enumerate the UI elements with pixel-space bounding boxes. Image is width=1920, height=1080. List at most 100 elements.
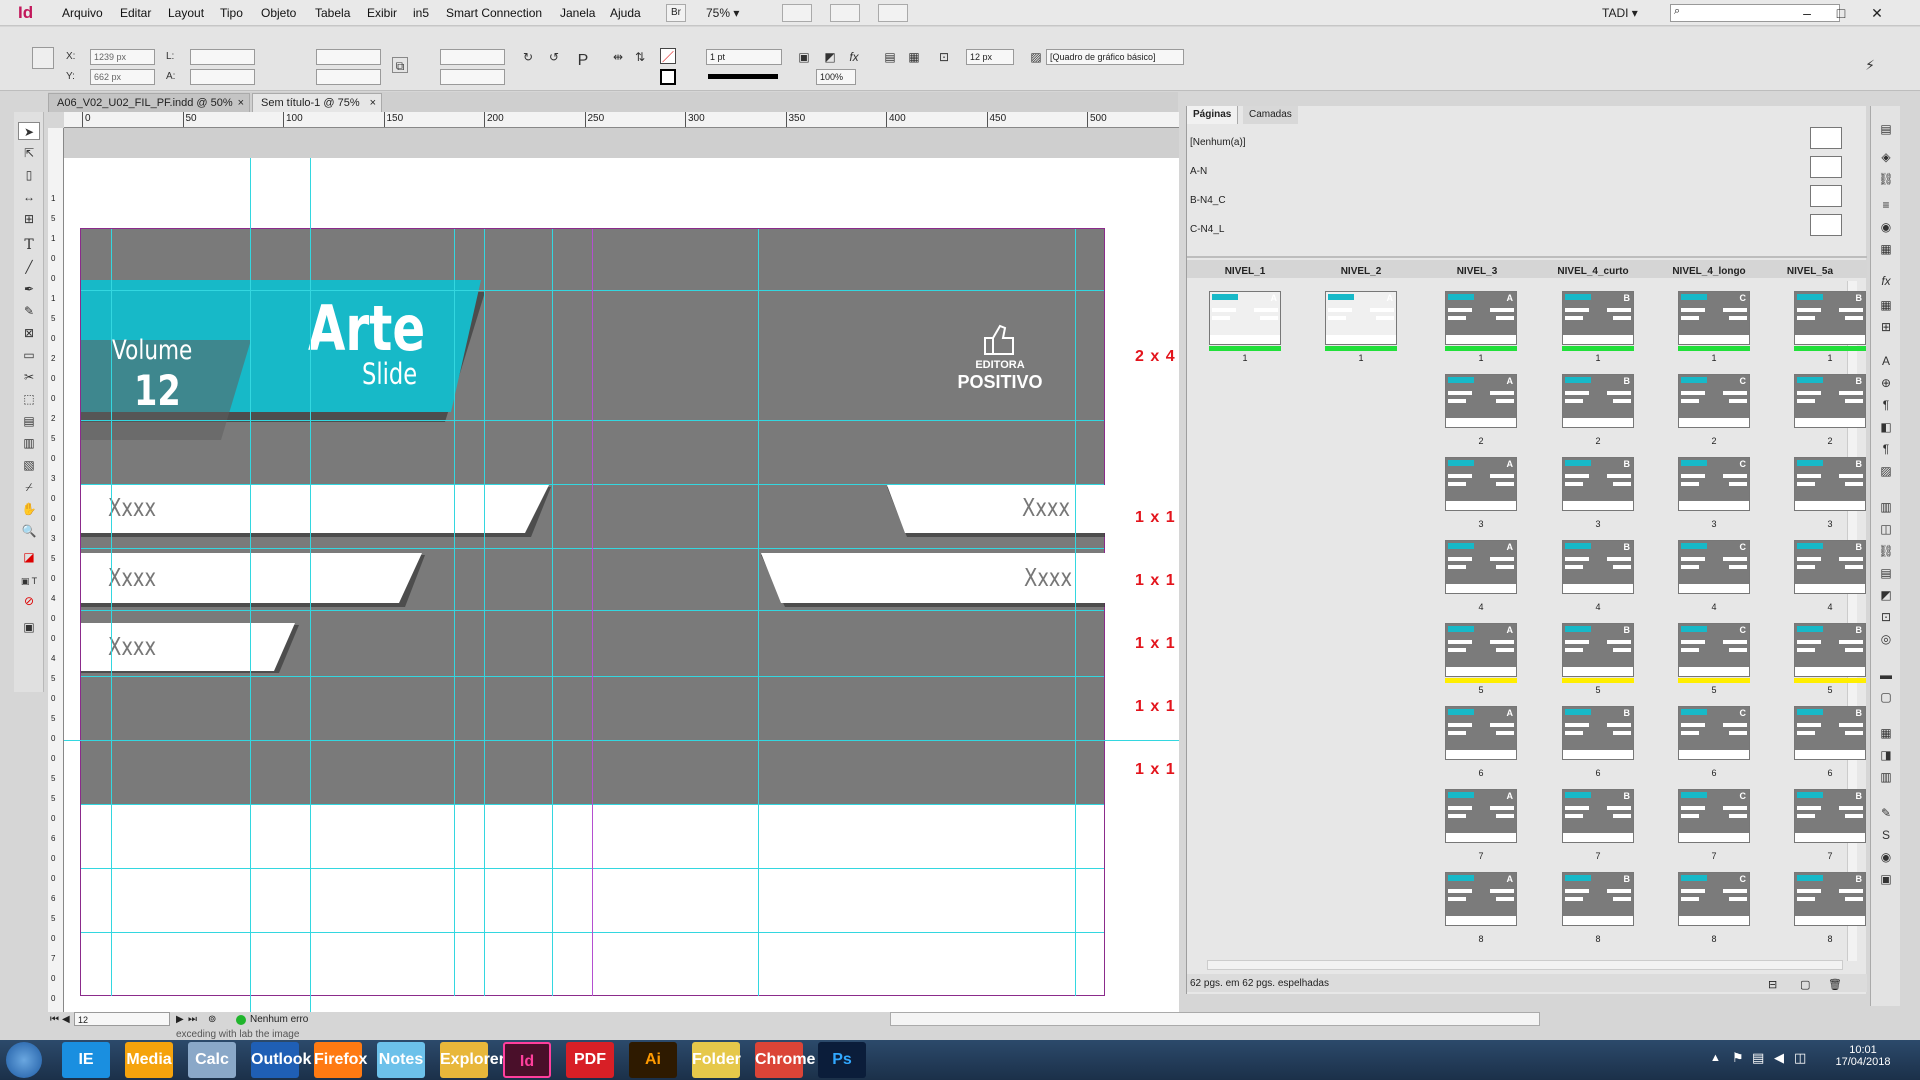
line-tool-icon[interactable]: ╱ <box>18 258 40 276</box>
column-nivel-1[interactable]: NIVEL_1 <box>1190 264 1300 280</box>
screen-mode-icon[interactable]: ▣ <box>18 618 40 636</box>
menu-tabela[interactable]: Tabela <box>315 6 350 20</box>
direct-selection-tool-icon[interactable]: ⇱ <box>18 144 40 162</box>
gradient-feather-tool-icon[interactable]: ▥ <box>18 434 40 452</box>
master-thumbnail[interactable] <box>1810 156 1842 178</box>
column-nivel-5a[interactable]: NIVEL_5a <box>1770 264 1850 280</box>
volume-icon[interactable]: ◀ <box>1774 1050 1784 1066</box>
type-tool-icon[interactable]: T <box>18 236 40 254</box>
stroke-panel-icon[interactable]: ≡ <box>1877 196 1895 214</box>
delete-page-icon[interactable]: 🗑 <box>1828 978 1842 991</box>
height-field[interactable] <box>190 69 255 85</box>
view-options-button[interactable] <box>782 4 812 22</box>
page-thumbnail[interactable]: A <box>1445 291 1517 345</box>
taskbar-app-calc[interactable]: Calc <box>188 1042 236 1078</box>
page-thumbnail[interactable]: B <box>1794 706 1866 760</box>
page-thumbnail[interactable]: C <box>1678 623 1750 677</box>
free-transform-tool-icon[interactable]: ⬚ <box>18 390 40 408</box>
page-thumbnail[interactable]: C <box>1678 789 1750 843</box>
opacity-field[interactable]: 100% <box>816 69 856 85</box>
hyperlinks-panel-icon[interactable]: ⛓ <box>1877 542 1895 560</box>
animation-panel-icon[interactable]: ◎ <box>1877 630 1895 648</box>
page-thumbnail[interactable]: C <box>1678 457 1750 511</box>
screen-mode-button[interactable] <box>830 4 860 22</box>
articles-panel-icon[interactable]: ▥ <box>1877 498 1895 516</box>
page-thumbnail[interactable]: B <box>1562 540 1634 594</box>
size-field[interactable]: 12 px <box>966 49 1014 65</box>
page-thumbnail[interactable]: A <box>1445 457 1517 511</box>
scale-x-field[interactable] <box>316 49 381 65</box>
menu-smart-connection[interactable]: Smart Connection <box>446 6 542 20</box>
formatting-affects-icon[interactable]: ▣ T <box>18 572 40 590</box>
tab-pages[interactable]: Páginas <box>1187 106 1239 124</box>
selection-tool-icon[interactable]: ➤ <box>18 122 40 140</box>
taskbar-app-id[interactable]: Id <box>503 1042 551 1078</box>
taskbar-app-folder[interactable]: Folder <box>692 1042 741 1078</box>
table-panel-icon[interactable]: ▦ <box>1877 296 1895 314</box>
x-field[interactable]: 1239 px <box>90 49 155 65</box>
page-thumbnail[interactable]: A <box>1325 291 1397 345</box>
menu-layout[interactable]: Layout <box>168 6 204 20</box>
object-style-icon[interactable]: ▨ <box>1028 49 1044 65</box>
menu-tipo[interactable]: Tipo <box>220 6 243 20</box>
page-thumbnail[interactable]: B <box>1562 623 1634 677</box>
select-container-icon[interactable]: ⇅ <box>632 49 648 65</box>
story-panel-icon[interactable]: ✎ <box>1877 804 1895 822</box>
preflight-status[interactable]: Nenhum erro <box>250 1014 308 1025</box>
fill-stroke-icon[interactable]: ◪ <box>18 548 40 566</box>
eyedropper-tool-icon[interactable]: ⌿ <box>18 478 40 496</box>
page-number-field[interactable]: 12 <box>74 1012 170 1026</box>
page-thumbnail[interactable]: B <box>1794 374 1866 428</box>
content-collector-icon[interactable]: ⊞ <box>18 210 40 228</box>
first-page-icon[interactable]: ⏮ <box>50 1014 59 1025</box>
note-tool-icon[interactable]: ▧ <box>18 456 40 474</box>
y-field[interactable]: 662 px <box>90 69 155 85</box>
taskbar-app-ie[interactable]: IE <box>62 1042 110 1078</box>
show-hidden-icons-icon[interactable]: ▲ <box>1710 1052 1721 1064</box>
guide-vertical[interactable] <box>552 229 553 996</box>
master-c[interactable]: C-N4_L <box>1190 224 1224 235</box>
quick-apply-icon[interactable]: ⚡ <box>1862 57 1878 73</box>
drop-shadow-icon[interactable]: ◩ <box>822 49 838 65</box>
tags-panel-icon[interactable]: ◉ <box>1877 848 1895 866</box>
links-panel-icon[interactable]: ⛓ <box>1877 170 1895 188</box>
taskbar-app-chrome[interactable]: Chrome <box>755 1042 815 1078</box>
page-thumbnail[interactable]: A <box>1445 872 1517 926</box>
guide-vertical[interactable] <box>454 229 455 996</box>
page-thumbnail[interactable]: B <box>1794 623 1866 677</box>
transform-panel-icon[interactable]: ⊡ <box>1877 608 1895 626</box>
page-thumbnail[interactable]: B <box>1562 374 1634 428</box>
master-thumbnail[interactable] <box>1810 127 1842 149</box>
page-thumbnail[interactable]: B <box>1794 457 1866 511</box>
guide-vertical[interactable] <box>758 229 759 996</box>
guide-vertical[interactable] <box>111 229 112 996</box>
page-thumbnail[interactable]: C <box>1678 706 1750 760</box>
effects-icon[interactable]: fx <box>846 49 862 65</box>
placeholder-text[interactable]: Xxxx <box>108 493 156 522</box>
flip-horizontal-icon[interactable]: ⇹ <box>610 49 626 65</box>
horizontal-scrollbar[interactable] <box>890 1012 1540 1026</box>
page-thumbnail[interactable]: B <box>1562 291 1634 345</box>
character-styles-icon[interactable]: ⊕ <box>1877 374 1895 392</box>
auto-fit-icon[interactable]: ⊡ <box>936 49 952 65</box>
layers-panel-icon[interactable]: ◈ <box>1877 148 1895 166</box>
flag-icon[interactable]: ⚑ <box>1732 1050 1744 1066</box>
taskbar-app-notes[interactable]: Notes <box>377 1042 425 1078</box>
next-page-icon[interactable]: ▶ <box>176 1014 184 1025</box>
pencil-tool-icon[interactable]: ✎ <box>18 302 40 320</box>
stroke-swatch-icon[interactable] <box>660 69 676 85</box>
taskbar-app-explorer[interactable]: Explorer <box>440 1042 505 1078</box>
column-nivel-4-curto[interactable]: NIVEL_4_curto <box>1538 264 1648 280</box>
taskbar-app-pdf[interactable]: PDF <box>566 1042 614 1078</box>
column-nivel-2[interactable]: NIVEL_2 <box>1306 264 1416 280</box>
effects-panel-icon[interactable]: fx <box>1877 272 1895 290</box>
align-panel-icon[interactable]: ▤ <box>1877 564 1895 582</box>
master-thumbnail[interactable] <box>1810 214 1842 236</box>
page-thumbnail[interactable]: B <box>1562 872 1634 926</box>
placeholder-text[interactable]: Xxxx <box>1017 563 1072 592</box>
last-page-icon[interactable]: ⏭ <box>188 1014 197 1025</box>
page-thumbnail[interactable]: C <box>1678 374 1750 428</box>
taskbar-app-ai[interactable]: Ai <box>629 1042 677 1078</box>
guide-vertical[interactable] <box>1075 229 1076 996</box>
user-menu[interactable]: TADI ▾ <box>1602 6 1638 20</box>
